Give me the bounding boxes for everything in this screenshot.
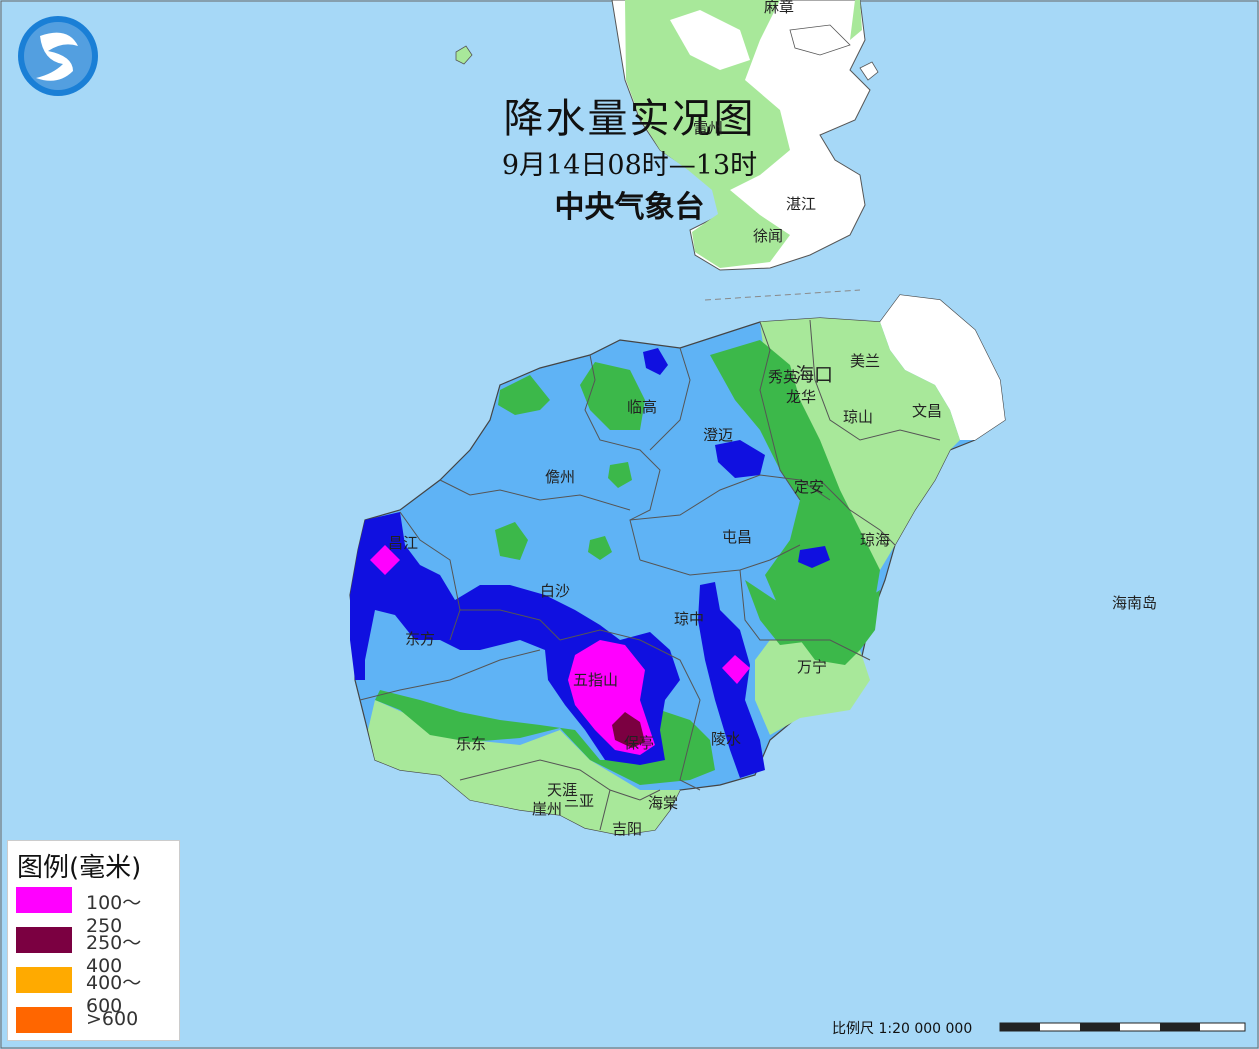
place-label: 琼山 (843, 408, 874, 426)
place-label: 龙华 (786, 388, 817, 406)
place-label: 海棠 (648, 794, 679, 812)
place-label: 雷州 (693, 119, 724, 137)
agency-name: 中央气象台 (554, 190, 705, 225)
place-label: 崖州 (532, 800, 563, 818)
map-canvas: 降水量实况图 9月14日08时—13时 中央气象台 海口 美兰 秀英 龙华 琼山… (0, 0, 1259, 1049)
place-label: 五指山 (573, 671, 619, 689)
place-label: 昌江 (388, 534, 419, 552)
place-label: 屯昌 (722, 528, 753, 546)
place-label: 琼海 (860, 531, 891, 549)
scale-bar-graphic (999, 1022, 1246, 1032)
legend-swatch (16, 967, 72, 993)
place-label: 麻章 (764, 0, 795, 16)
place-label: 美兰 (850, 352, 881, 370)
place-label: 吉阳 (612, 820, 643, 838)
place-label: 海南岛 (1112, 594, 1158, 612)
cma-logo-icon (18, 16, 98, 96)
legend-label: >600 (86, 1008, 139, 1030)
place-label: 徐闻 (753, 227, 784, 245)
place-label: 定安 (794, 478, 825, 496)
legend-item: 400～600 (16, 967, 176, 1017)
legend-item: 250～400 (16, 927, 176, 977)
place-label: 秀英 (768, 368, 799, 386)
place-label: 万宁 (797, 658, 828, 676)
place-label: 白沙 (540, 582, 571, 600)
legend-item: >600 (16, 1007, 176, 1033)
map-legend: 图例(毫米) 100～250 250～400 400～600 >600 (7, 840, 180, 1041)
place-label: 保亭 (624, 734, 655, 752)
place-label: 儋州 (545, 468, 576, 486)
map-title: 降水量实况图 (503, 96, 756, 142)
place-label: 三亚 (564, 792, 595, 810)
place-label: 澄迈 (703, 426, 734, 444)
scale-label: 比例尺 1:20 000 000 (832, 1021, 973, 1037)
place-label: 文昌 (912, 402, 943, 420)
place-label: 临高 (627, 398, 658, 416)
place-label: 东方 (405, 630, 436, 648)
legend-swatch (16, 1007, 72, 1033)
legend-item: 100～250 (16, 887, 176, 937)
legend-title: 图例(毫米) (17, 853, 142, 883)
place-label: 陵水 (711, 730, 742, 748)
place-label: 乐东 (456, 735, 487, 753)
legend-swatch (16, 927, 72, 953)
map-subtitle: 9月14日08时—13时 (501, 150, 758, 181)
legend-swatch (16, 887, 72, 913)
place-label: 琼中 (674, 610, 705, 628)
place-label: 海口 (795, 364, 834, 386)
place-label: 湛江 (786, 195, 817, 213)
